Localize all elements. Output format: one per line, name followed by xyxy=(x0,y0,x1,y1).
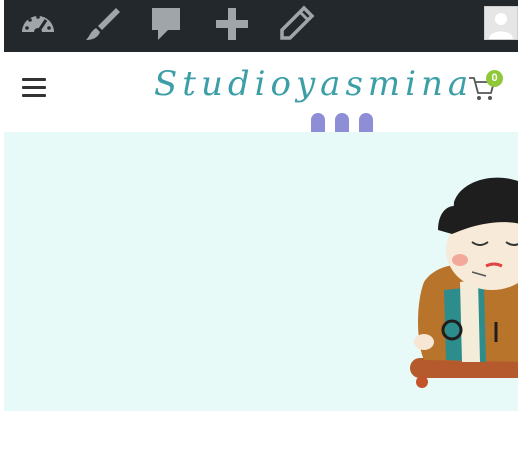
logo-text: Studioyasmina xyxy=(154,64,474,104)
admin-bar xyxy=(4,0,518,52)
hero-banner xyxy=(4,132,518,411)
site-header: Studioyasmina 0 xyxy=(4,52,518,132)
cart-count-badge[interactable]: 0 xyxy=(486,70,503,87)
customize-brush-icon[interactable] xyxy=(82,4,122,44)
new-content-plus-icon[interactable] xyxy=(212,4,252,44)
character-on-skateboard-illustration xyxy=(410,177,518,388)
hamburger-menu-icon[interactable] xyxy=(22,78,46,98)
site-logo[interactable]: Studioyasmina xyxy=(154,60,474,132)
logo-bumps-decoration xyxy=(311,113,373,132)
comments-icon[interactable] xyxy=(146,4,186,44)
user-avatar-icon[interactable] xyxy=(484,6,518,40)
edit-pencil-icon[interactable] xyxy=(276,4,316,44)
dashboard-icon[interactable] xyxy=(18,4,58,44)
page-frame: Studioyasmina 0 xyxy=(4,0,518,458)
